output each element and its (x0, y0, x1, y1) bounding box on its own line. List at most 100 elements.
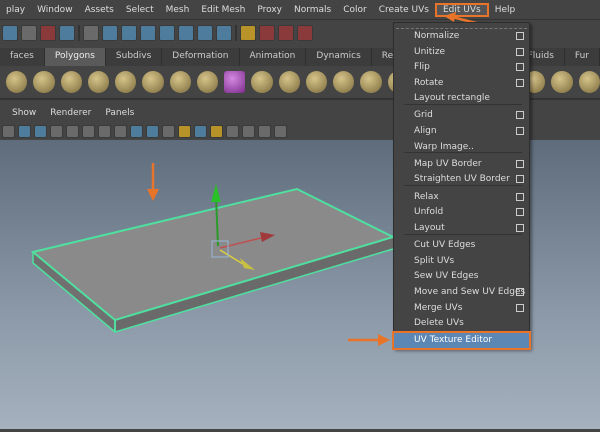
panel-tool-icon[interactable] (258, 124, 271, 138)
menu-item-unitize[interactable]: Unitize (394, 45, 529, 60)
toolbar-tool-icon[interactable] (197, 25, 213, 41)
option-box-icon[interactable] (516, 111, 524, 119)
menu-create-uvs[interactable]: Create UVs (373, 5, 435, 15)
panel-tool-icon[interactable] (162, 124, 175, 138)
option-box-icon[interactable] (516, 127, 524, 135)
menu-proxy[interactable]: Proxy (251, 5, 288, 15)
toolbar-tool-icon[interactable] (259, 25, 275, 41)
panel-tool-icon[interactable] (114, 124, 127, 138)
menu-item-cut-uv-edges[interactable]: Cut UV Edges (394, 238, 529, 253)
polygon-shelf-tool-icon[interactable] (578, 71, 600, 93)
panel-tool-icon[interactable] (146, 124, 159, 138)
panel-tool-icon[interactable] (2, 124, 15, 138)
toolbar-tool-icon[interactable] (21, 25, 37, 41)
shelf-tab-animation[interactable]: Animation (240, 48, 307, 66)
menu-edit-mesh[interactable]: Edit Mesh (195, 5, 251, 15)
menu-normals[interactable]: Normals (288, 5, 337, 15)
option-box-icon[interactable] (516, 208, 524, 216)
polygon-shelf-tool-icon[interactable] (551, 71, 573, 93)
polygon-shelf-tool-icon[interactable] (60, 71, 82, 93)
option-box-icon[interactable] (516, 160, 524, 168)
shelf-tab-subdivs[interactable]: Subdivs (106, 48, 163, 66)
panel-tool-icon[interactable] (98, 124, 111, 138)
option-box-icon[interactable] (516, 193, 524, 201)
menu-item-merge-uvs[interactable]: Merge UVs (394, 301, 529, 316)
y-axis-arrow-icon[interactable] (211, 184, 221, 202)
menu-item-unfold[interactable]: Unfold (394, 205, 529, 220)
shelf-tab-deformation[interactable]: Deformation (162, 48, 240, 66)
panel-tool-icon[interactable] (82, 124, 95, 138)
polygon-shelf-tool-icon[interactable] (224, 71, 246, 93)
option-box-icon[interactable] (516, 63, 524, 71)
menu-item-sew-uv-edges[interactable]: Sew UV Edges (394, 269, 529, 284)
panel-tool-icon[interactable] (210, 124, 223, 138)
toolbar-tool-icon[interactable] (40, 25, 56, 41)
panel-menu-panels[interactable]: Panels (105, 108, 134, 122)
menu-mesh[interactable]: Mesh (160, 5, 196, 15)
menu-item-uv-texture-editor[interactable]: UV Texture Editor (392, 331, 531, 350)
menu-item-layout-rectangle[interactable]: Layout rectangle (394, 91, 529, 106)
panel-tool-icon[interactable] (50, 124, 63, 138)
panel-tool-icon[interactable] (178, 124, 191, 138)
menu-item-flip[interactable]: Flip (394, 60, 529, 75)
shelf-tab-faces[interactable]: faces (0, 48, 45, 66)
menu-item-align[interactable]: Align (394, 124, 529, 139)
toolbar-tool-icon[interactable] (216, 25, 232, 41)
panel-tool-icon[interactable] (130, 124, 143, 138)
option-box-icon[interactable] (516, 79, 524, 87)
shelf-tab-polygons[interactable]: Polygons (44, 48, 106, 66)
polygon-shelf-tool-icon[interactable] (169, 71, 191, 93)
menu-item-map-uv-border[interactable]: Map UV Border (394, 157, 529, 172)
polygon-shelf-tool-icon[interactable] (251, 71, 273, 93)
menu-window[interactable]: Window (31, 5, 79, 15)
toolbar-tool-icon[interactable] (178, 25, 194, 41)
menu-item-grid[interactable]: Grid (394, 108, 529, 123)
menu-item-relax[interactable]: Relax (394, 190, 529, 205)
polygon-shelf-tool-icon[interactable] (6, 71, 28, 93)
panel-tool-icon[interactable] (274, 124, 287, 138)
toolbar-tool-icon[interactable] (278, 25, 294, 41)
menu-play[interactable]: play (0, 5, 31, 15)
option-box-icon[interactable] (516, 32, 524, 40)
shelf-tab-dynamics[interactable]: Dynamics (306, 48, 372, 66)
polygon-shelf-tool-icon[interactable] (333, 71, 355, 93)
toolbar-tool-icon[interactable] (297, 25, 313, 41)
shelf-tab-fur[interactable]: Fur (565, 48, 600, 66)
polygon-shelf-tool-icon[interactable] (196, 71, 219, 93)
polygon-shelf-tool-icon[interactable] (33, 71, 55, 93)
panel-tool-icon[interactable] (34, 124, 47, 138)
polygon-shelf-tool-icon[interactable] (115, 71, 137, 93)
menu-select[interactable]: Select (120, 5, 160, 15)
panel-menu-show[interactable]: Show (12, 108, 36, 122)
panel-tool-icon[interactable] (242, 124, 255, 138)
menu-item-layout[interactable]: Layout (394, 221, 529, 236)
panel-tool-icon[interactable] (226, 124, 239, 138)
polygon-shelf-tool-icon[interactable] (360, 71, 382, 93)
panel-tool-icon[interactable] (194, 124, 207, 138)
polygon-shelf-tool-icon[interactable] (278, 71, 300, 93)
toolbar-tool-icon[interactable] (59, 25, 75, 41)
menu-item-split-uvs[interactable]: Split UVs (394, 254, 529, 269)
panel-tool-icon[interactable] (18, 124, 31, 138)
toolbar-tool-icon[interactable] (2, 25, 18, 41)
toolbar-tool-icon[interactable] (102, 25, 118, 41)
menu-item-warp-image[interactable]: Warp Image.. (394, 140, 529, 155)
option-box-icon[interactable] (516, 175, 524, 183)
toolbar-tool-icon[interactable] (83, 25, 99, 41)
polygon-shelf-tool-icon[interactable] (305, 71, 328, 93)
menu-item-normalize[interactable]: Normalize (394, 29, 529, 44)
panel-menu-renderer[interactable]: Renderer (50, 108, 91, 122)
option-box-icon[interactable] (516, 224, 524, 232)
menu-item-straighten-uv-border[interactable]: Straighten UV Border (394, 172, 529, 187)
menu-item-delete-uvs[interactable]: Delete UVs (394, 316, 529, 331)
toolbar-tool-icon[interactable] (140, 25, 156, 41)
toolbar-tool-icon[interactable] (240, 25, 256, 41)
toolbar-tool-icon[interactable] (159, 25, 175, 41)
option-box-icon[interactable] (516, 304, 524, 312)
polygon-shelf-tool-icon[interactable] (87, 71, 110, 93)
option-box-icon[interactable] (516, 288, 524, 296)
polygon-shelf-tool-icon[interactable] (142, 71, 164, 93)
toolbar-tool-icon[interactable] (121, 25, 137, 41)
menu-assets[interactable]: Assets (79, 5, 120, 15)
option-box-icon[interactable] (516, 48, 524, 56)
